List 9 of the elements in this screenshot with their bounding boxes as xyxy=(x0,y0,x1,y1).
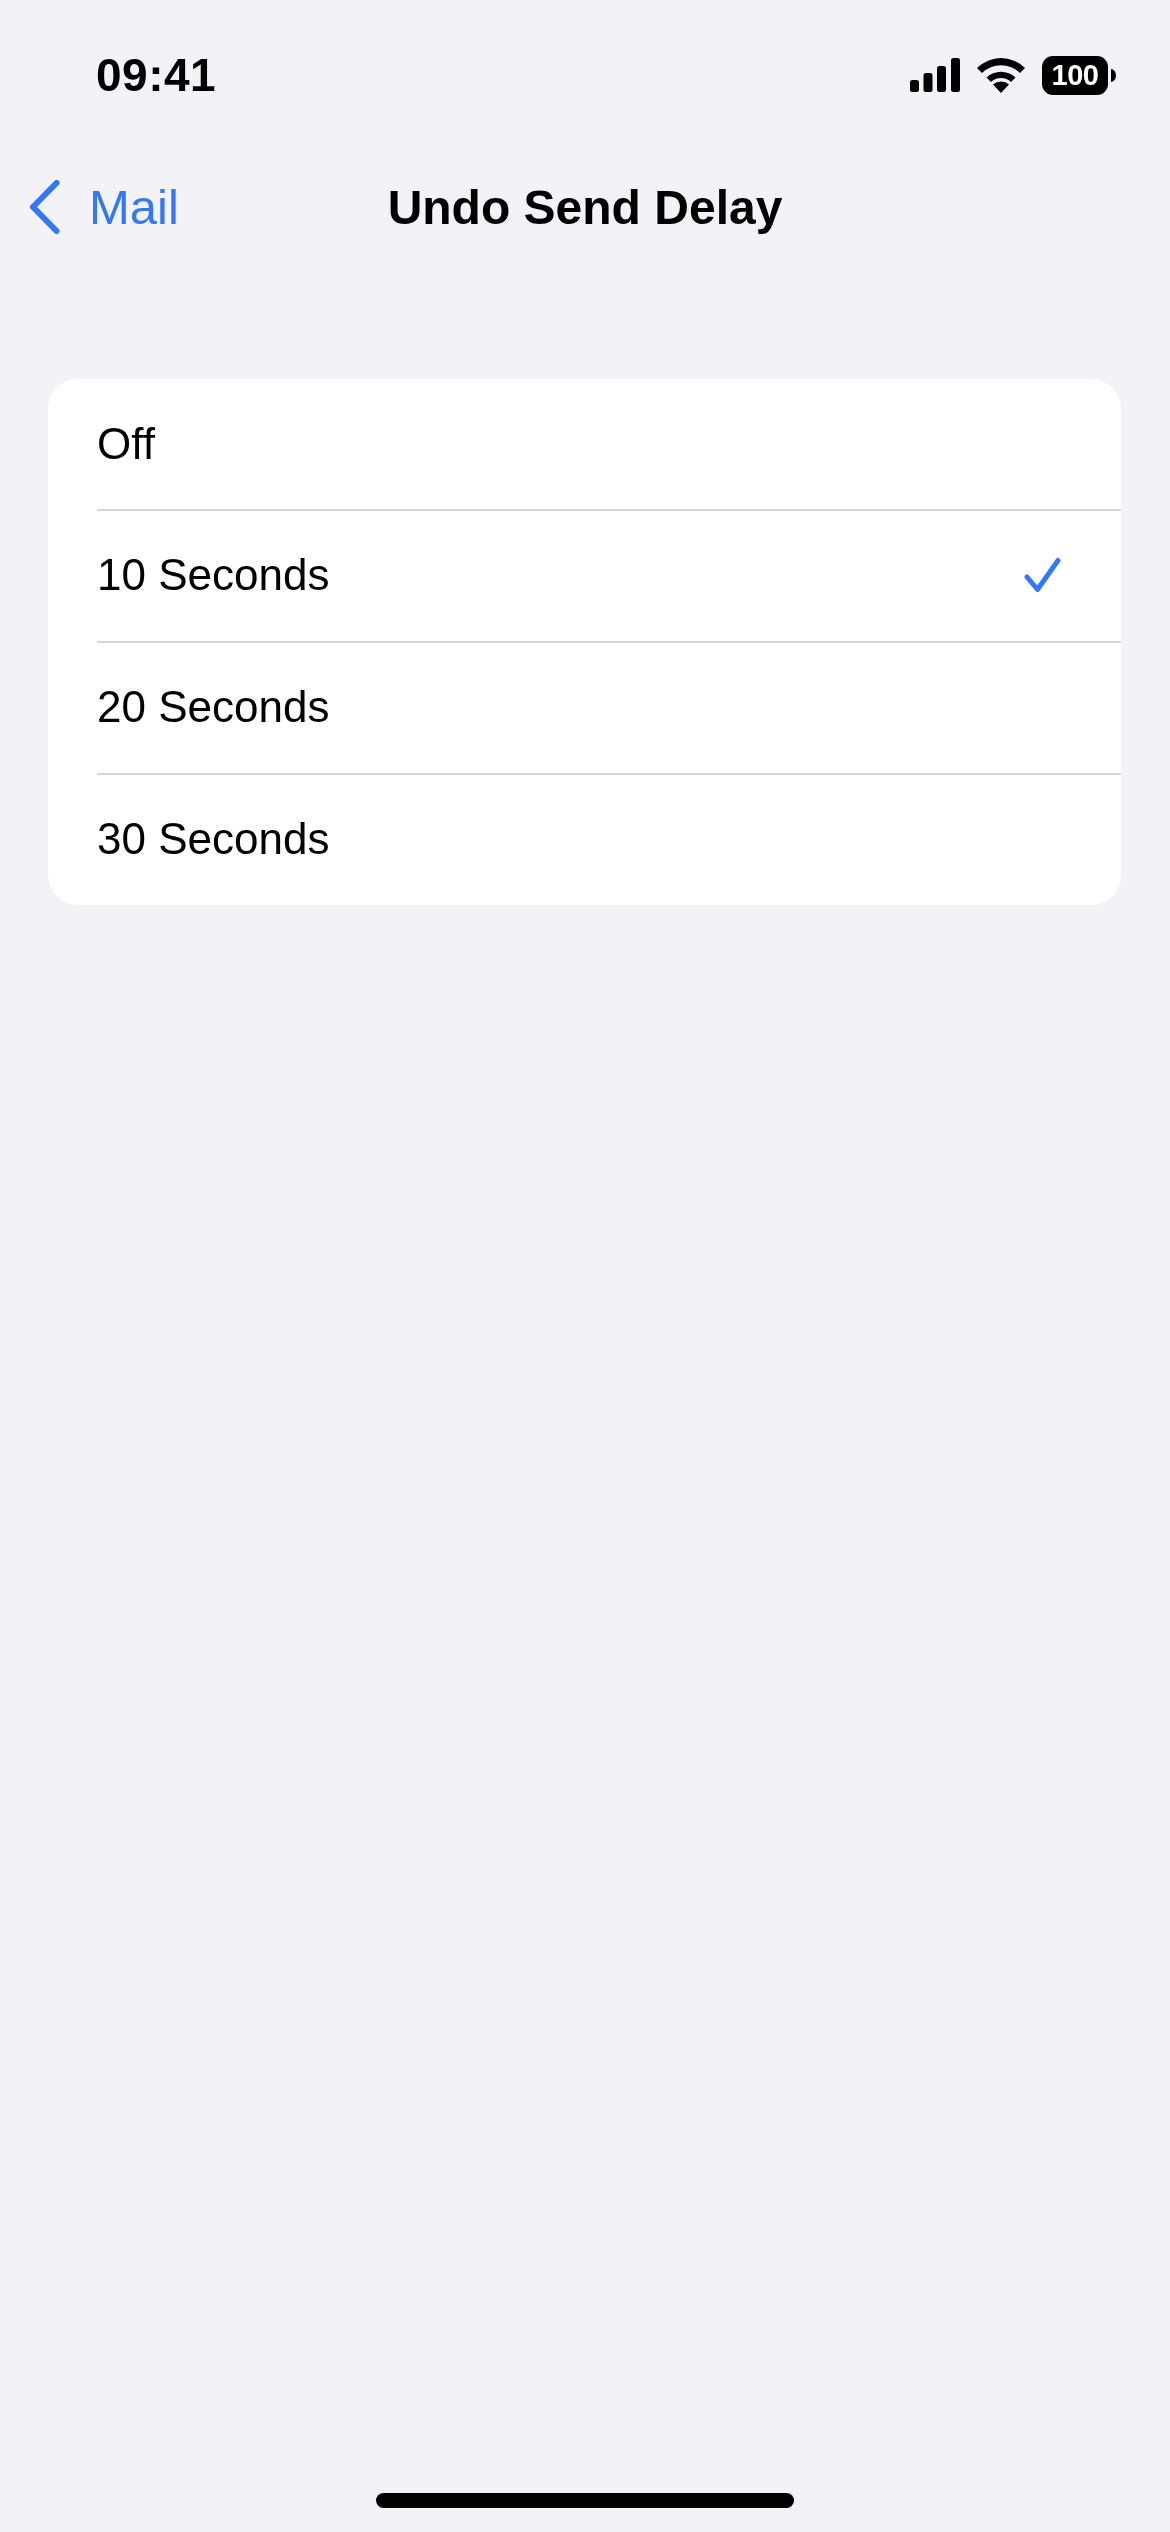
battery-tip-icon xyxy=(1111,68,1116,82)
wifi-icon xyxy=(976,57,1026,93)
back-chevron-icon xyxy=(28,179,61,235)
cellular-signal-icon xyxy=(910,58,960,92)
status-time: 09:41 xyxy=(96,48,217,102)
option-row[interactable]: Off xyxy=(48,379,1121,509)
back-button[interactable]: Mail xyxy=(28,179,179,235)
page-title: Undo Send Delay xyxy=(387,179,783,235)
battery-level-indicator: 100 xyxy=(1042,55,1108,95)
